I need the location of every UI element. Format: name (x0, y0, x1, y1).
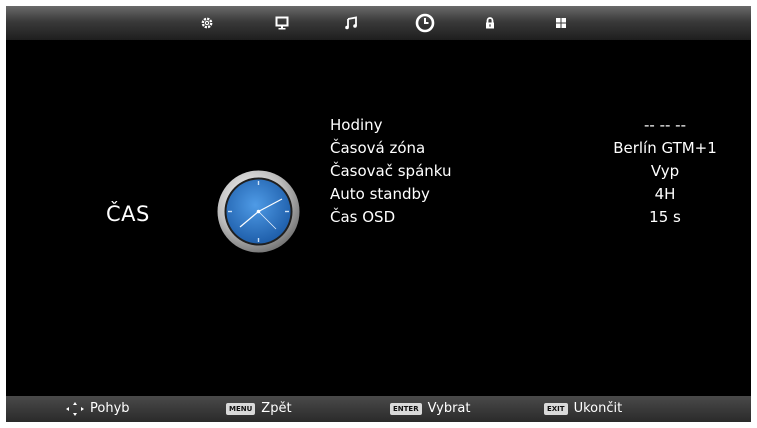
menu-key: MENU (226, 402, 256, 415)
enter-key: ENTER (390, 402, 422, 415)
setting-value: Berlín GTM+1 (613, 139, 717, 157)
tab-setup[interactable] (552, 14, 570, 32)
monitor-icon (275, 16, 289, 30)
grid-icon (556, 18, 566, 28)
setting-value: -- -- -- (643, 116, 686, 134)
tab-sound[interactable] (342, 14, 360, 32)
music-note-icon (345, 16, 357, 30)
hint-move: Pohyb (66, 401, 130, 416)
setting-value: Vyp (650, 162, 680, 180)
setting-label: Hodiny (330, 116, 383, 134)
setting-row-sleep-timer[interactable]: Časovač spánku Vyp (330, 162, 725, 186)
setting-label: Čas OSD (330, 208, 396, 226)
setting-row-time-zone[interactable]: Časová zóna Berlín GTM+1 (330, 139, 725, 163)
tab-lock[interactable] (481, 14, 499, 32)
hint-label: Vybrat (427, 401, 471, 416)
gear-icon (201, 17, 213, 29)
setting-label: Auto standby (330, 185, 430, 203)
lock-icon (486, 17, 494, 29)
hint-label: Pohyb (90, 401, 130, 416)
hint-select: ENTER Vybrat (390, 401, 471, 416)
setting-value: 4H (654, 185, 676, 203)
hint-exit: EXIT Ukončit (544, 401, 622, 416)
tab-picture[interactable] (273, 14, 291, 32)
setting-label: Časová zóna (330, 139, 426, 157)
menu-tab-bar (6, 6, 751, 40)
key-hint-bar: Pohyb MENU Zpět ENTER Vybrat EXIT Ukonči… (6, 396, 751, 422)
hint-label: Zpět (261, 401, 292, 416)
setting-value: 15 s (649, 208, 681, 226)
tab-settings[interactable] (198, 14, 216, 32)
setting-label: Časovač spánku (330, 162, 452, 180)
clock-icon (217, 170, 300, 253)
clock-icon (415, 13, 435, 33)
tv-menu-screen: ČAS Hodiny -- -- -- Časová zóna Berlín G… (6, 6, 751, 422)
hint-back: MENU Zpět (226, 401, 292, 416)
setting-row-clock[interactable]: Hodiny -- -- -- (330, 116, 725, 140)
page-title: ČAS (106, 202, 150, 226)
navigation-arrows-icon (66, 401, 84, 416)
setting-row-osd-time[interactable]: Čas OSD 15 s (330, 208, 725, 232)
hint-label: Ukončit (573, 401, 623, 416)
setting-row-auto-standby[interactable]: Auto standby 4H (330, 185, 725, 209)
exit-key: EXIT (544, 402, 568, 415)
tab-time[interactable] (414, 12, 436, 34)
